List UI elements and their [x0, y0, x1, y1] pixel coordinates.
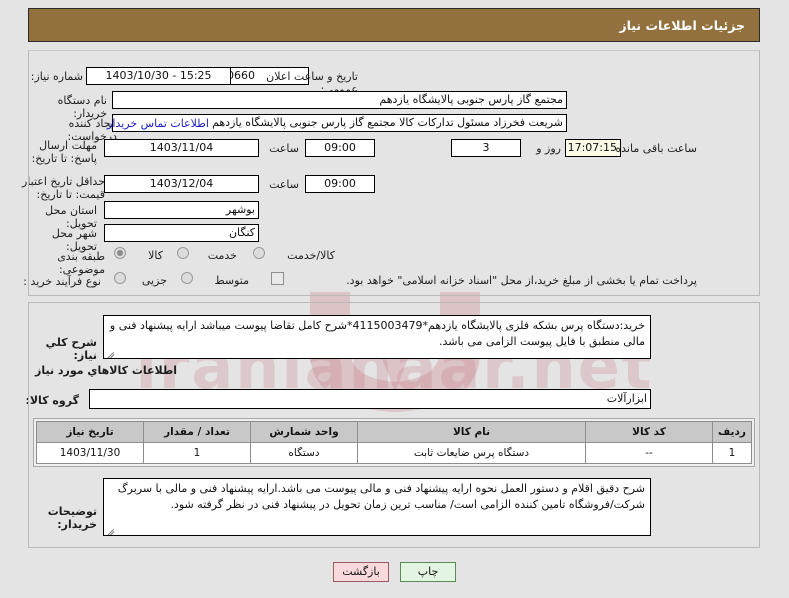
print-button[interactable]: چاپ — [400, 562, 456, 582]
cell-code: -- — [585, 442, 713, 464]
col-need-date: تاریخ نیاز — [36, 421, 144, 443]
goods-table: ردیف کد کالا نام کالا واحد شمارش تعداد /… — [36, 421, 752, 464]
col-name: نام کالا — [357, 421, 586, 443]
page-title: جزئیات اطلاعات نیاز — [619, 18, 745, 33]
table-header-row: ردیف کد کالا نام کالا واحد شمارش تعداد /… — [36, 421, 752, 443]
col-index: ردیف — [712, 421, 752, 443]
table-row[interactable]: 1 -- دستگاه پرس ضایعات ثابت دستگاه 1 140… — [36, 442, 752, 464]
cell-name: دستگاه پرس ضایعات ثابت — [357, 442, 586, 464]
cell-index: 1 — [712, 442, 752, 464]
back-button[interactable]: بازگشت — [333, 562, 389, 582]
goods-table-container: ردیف کد کالا نام کالا واحد شمارش تعداد /… — [33, 418, 755, 467]
page-header-bar: جزئیات اطلاعات نیاز — [28, 8, 760, 42]
col-code: کد کالا — [585, 421, 713, 443]
cell-unit: دستگاه — [250, 442, 358, 464]
need-info-panel — [28, 50, 760, 296]
cell-quantity: 1 — [143, 442, 251, 464]
cell-need-date: 1403/11/30 — [36, 442, 144, 464]
col-quantity: تعداد / مقدار — [143, 421, 251, 443]
col-unit: واحد شمارش — [250, 421, 358, 443]
